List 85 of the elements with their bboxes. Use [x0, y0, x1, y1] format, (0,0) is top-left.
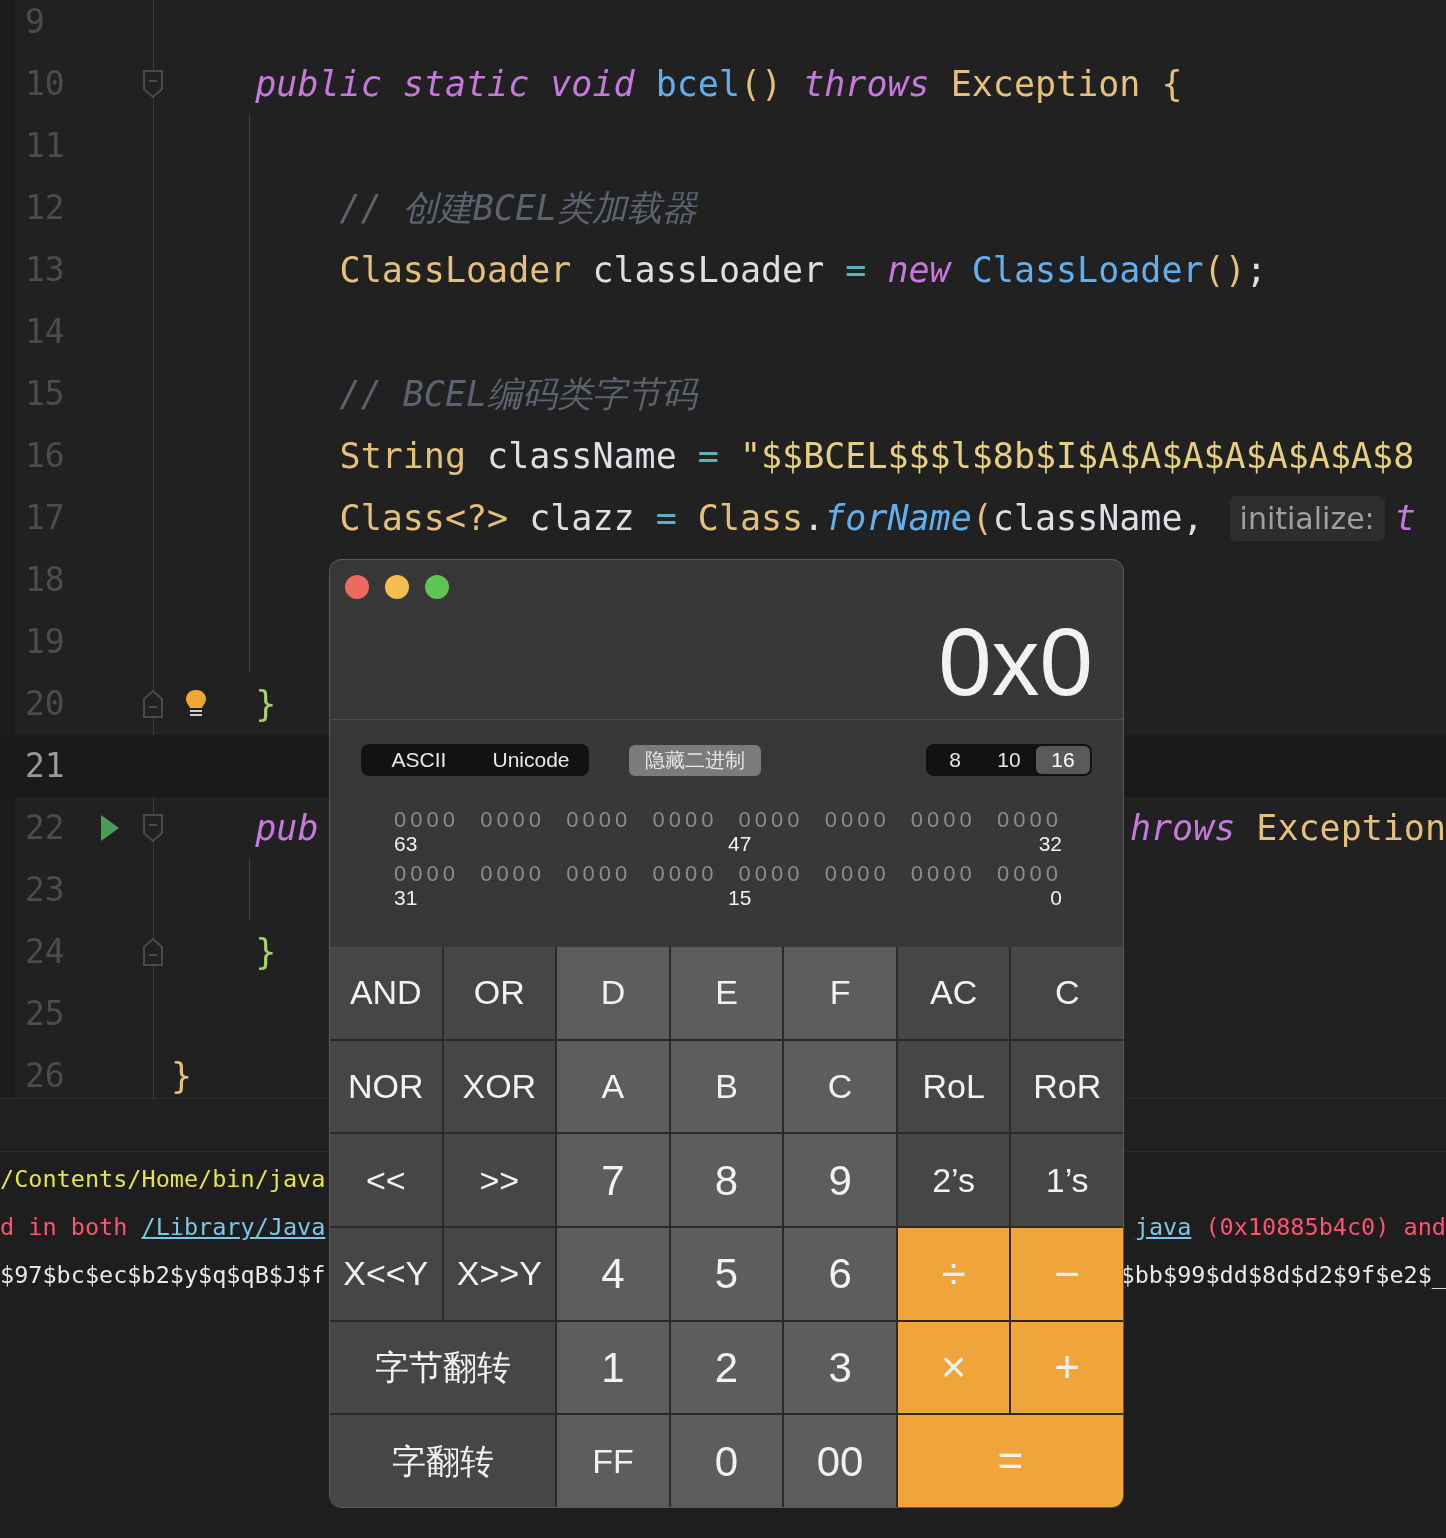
calculator-key[interactable]: B	[670, 1040, 783, 1133]
calculator-display: 0x0	[938, 614, 1093, 710]
calculator-key[interactable]: 2	[670, 1321, 783, 1414]
bit-index: 31	[394, 886, 418, 910]
code-text: }	[171, 1055, 193, 1096]
console-text: d in both	[0, 1212, 129, 1244]
code-text: pub	[255, 807, 319, 848]
bit-group[interactable]: 0000	[652, 862, 718, 886]
calculator-key[interactable]: E	[670, 947, 783, 1039]
bit-group[interactable]: 0000	[480, 808, 546, 832]
calculator-key[interactable]: A	[557, 1040, 669, 1133]
bit-group[interactable]: 0000	[566, 808, 632, 832]
bit-group[interactable]: 0000	[394, 862, 459, 886]
line-number: 21	[24, 745, 66, 788]
calculator-key[interactable]: 9	[784, 1134, 896, 1226]
code-text: Class<?> clazz = Class.forName(className,	[339, 497, 1204, 538]
minimize-button[interactable]	[385, 575, 409, 599]
calculator-key[interactable]: 7	[557, 1134, 669, 1226]
calculator-key[interactable]: X>>Y	[443, 1228, 556, 1320]
code-text: public static void bcel() throws Exception {	[255, 63, 1183, 104]
calculator-key[interactable]: C	[1011, 947, 1123, 1039]
bit-group[interactable]: 0000	[480, 862, 546, 886]
bit-group[interactable]: 0000	[824, 808, 890, 832]
run-icon[interactable]	[100, 814, 120, 842]
calculator-key[interactable]: FF	[557, 1415, 669, 1507]
bit-group[interactable]: 0000	[997, 862, 1062, 886]
calculator-key[interactable]: >>	[443, 1134, 556, 1226]
calculator-key[interactable]: D	[557, 947, 669, 1039]
hide-binary-button[interactable]: 隐藏二进制	[629, 744, 761, 776]
calculator-key[interactable]: 2’s	[897, 1134, 1010, 1226]
code-text: t	[1394, 497, 1416, 538]
calculator-key[interactable]: 3	[784, 1321, 896, 1414]
bit-index: 47	[728, 832, 752, 856]
calculator-key[interactable]: AC	[897, 947, 1010, 1039]
lightbulb-icon[interactable]	[185, 689, 207, 719]
console-link[interactable]: java	[1134, 1210, 1192, 1246]
calculator-key[interactable]: X<<Y	[330, 1228, 442, 1320]
bit-group[interactable]: 0000	[910, 862, 976, 886]
code-text: String className = "$$BCEL$$$l$8b$I$A$A$A$A$A$A$A$8	[339, 435, 1415, 476]
code-text: ClassLoader classLoader = new ClassLoader();	[339, 249, 1267, 290]
bit-group[interactable]: 0000	[566, 862, 632, 886]
calculator-key[interactable]: 1	[557, 1321, 669, 1414]
calculator-key[interactable]: XOR	[443, 1040, 556, 1133]
console-text: (0x10885b4c0) and	[1204, 1212, 1446, 1244]
calculator-key[interactable]: 字节翻转	[330, 1321, 556, 1414]
calculator-key[interactable]: C	[784, 1040, 896, 1133]
calculator-key[interactable]: AND	[330, 947, 442, 1039]
bit-group[interactable]: 0000	[910, 808, 976, 832]
code-text: }	[255, 683, 277, 724]
calculator-key[interactable]: F	[784, 947, 896, 1039]
calculator-key[interactable]: 6	[784, 1228, 896, 1320]
calculator-key[interactable]: 4	[557, 1228, 669, 1320]
calculator-key[interactable]: <<	[330, 1134, 442, 1226]
code-text: // 创建BCEL类加载器	[339, 187, 698, 228]
close-button[interactable]	[345, 575, 369, 599]
parameter-hint: initialize:	[1229, 495, 1385, 541]
code-text: }	[255, 931, 277, 972]
calculator-key[interactable]: 00	[784, 1415, 896, 1507]
bit-index: 63	[394, 832, 418, 856]
bit-index: 15	[728, 886, 752, 910]
bit-group[interactable]: 0000	[824, 862, 890, 886]
bit-index: 0	[1050, 886, 1062, 910]
bit-group[interactable]: 0000	[738, 862, 804, 886]
bit-index: 32	[1038, 832, 1062, 856]
calculator-key[interactable]: RoL	[897, 1040, 1010, 1133]
calculator-key[interactable]: OR	[443, 947, 556, 1039]
calculator-key[interactable]: 1’s	[1011, 1134, 1123, 1226]
bit-group[interactable]: 0000	[652, 808, 718, 832]
calculator-key[interactable]: 8	[670, 1134, 783, 1226]
base-tab[interactable]: 16	[1036, 746, 1090, 774]
code-text: // BCEL编码类字节码	[339, 373, 698, 414]
console-text: /Contents/Home/bin/java	[0, 1164, 326, 1196]
code-text: hrows Exception	[1129, 807, 1446, 848]
calculator-key[interactable]: NOR	[330, 1040, 442, 1133]
bit-group[interactable]: 0000	[997, 808, 1062, 832]
bit-group[interactable]: 0000	[394, 808, 459, 832]
calculator-key[interactable]: 字翻转	[330, 1415, 556, 1507]
console-link[interactable]: /Library/Java	[141, 1210, 326, 1246]
zoom-button[interactable]	[425, 575, 449, 599]
bit-group[interactable]: 0000	[738, 808, 804, 832]
calculator-key[interactable]: RoR	[1011, 1040, 1123, 1133]
calculator-key[interactable]: 0	[670, 1415, 783, 1507]
console-text: $bb$99$dd$8d$d2$9f$e2$_	[1120, 1260, 1446, 1292]
console-text: $97$bc$ec$b2$y$q$qB$J$f	[0, 1260, 326, 1292]
calculator-key[interactable]: 5	[670, 1228, 783, 1320]
